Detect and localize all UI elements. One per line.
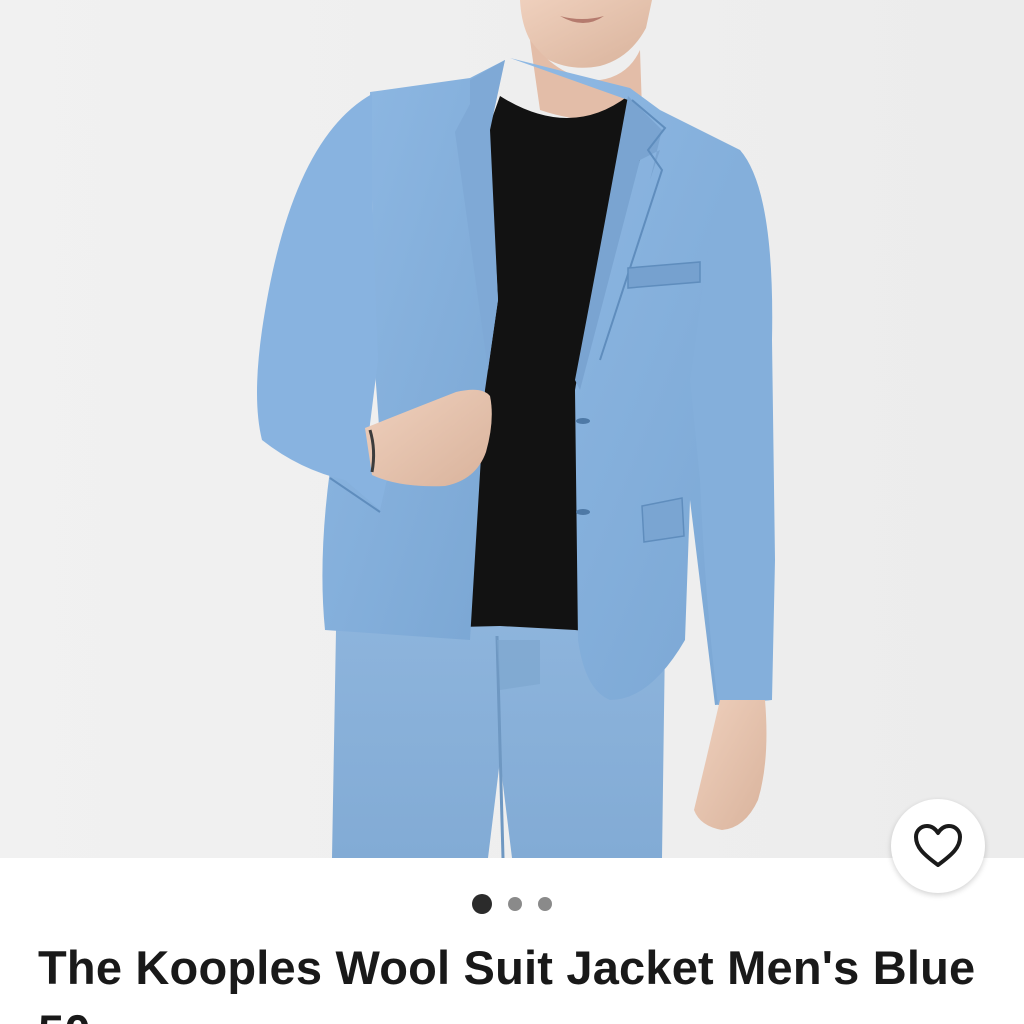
carousel-dot-1[interactable] <box>472 894 492 914</box>
heart-outline-icon <box>914 824 962 867</box>
carousel-dot-2[interactable] <box>508 897 522 911</box>
product-photo <box>0 0 1024 858</box>
product-title: The Kooples Wool Suit Jacket Men's Blue … <box>38 941 976 1024</box>
carousel-dot-3[interactable] <box>538 897 552 911</box>
favorite-button[interactable] <box>891 799 985 893</box>
product-page: The Kooples Wool Suit Jacket Men's Blue … <box>0 0 1024 1024</box>
product-image[interactable] <box>0 0 1024 858</box>
image-carousel-dots <box>0 892 1024 916</box>
